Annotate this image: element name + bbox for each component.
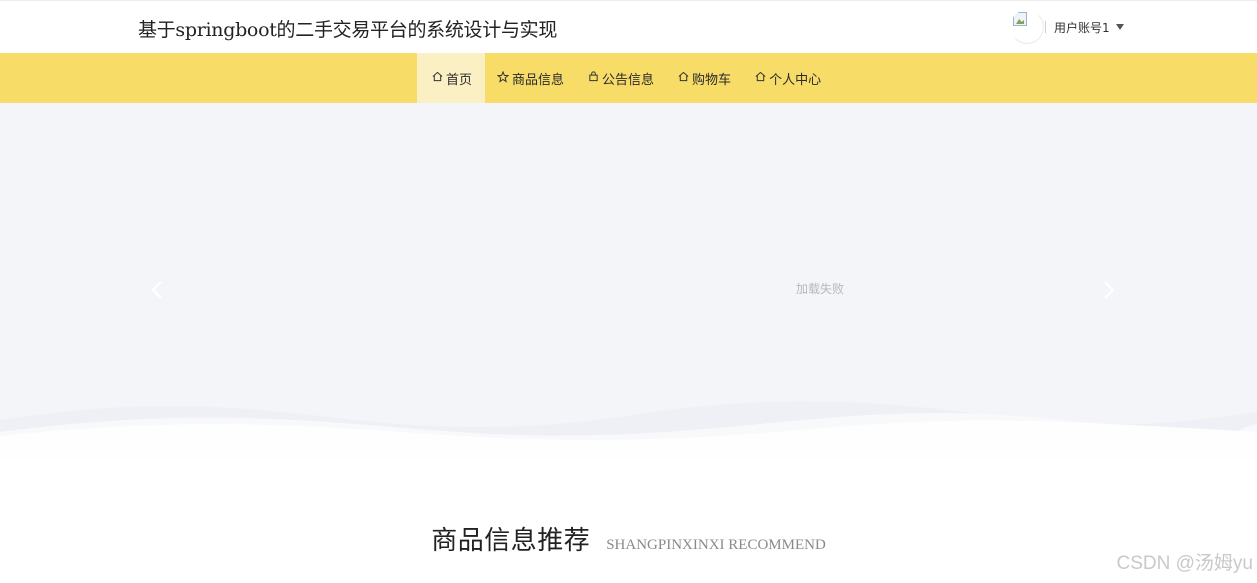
- bag-icon: [588, 71, 599, 85]
- home-icon: [432, 71, 443, 85]
- image-load-failed-text: 加载失败: [796, 282, 845, 296]
- chevron-right-icon: [1104, 281, 1115, 299]
- user-name[interactable]: 用户账号1: [1054, 19, 1110, 36]
- home-icon: [678, 71, 689, 85]
- watermark: CSDN @汤姆yu: [1116, 553, 1253, 574]
- star-icon: [496, 70, 510, 86]
- nav-item-label: 购物车: [692, 72, 732, 88]
- carousel-next-button[interactable]: [1097, 275, 1121, 305]
- divider: [1045, 21, 1046, 33]
- home-icon: [755, 71, 766, 85]
- decorative-wave: [0, 401, 1257, 460]
- section-heading: 商品信息推荐 SHANGPINXINXI RECOMMEND: [0, 520, 1257, 557]
- site-title: 基于springboot的二手交易平台的系统设计与实现: [138, 19, 558, 41]
- nav-item-products[interactable]: 商品信息: [485, 53, 576, 103]
- section-subtitle: SHANGPINXINXI RECOMMEND: [606, 537, 826, 553]
- carousel-prev-button[interactable]: [145, 275, 169, 305]
- top-header: 基于springboot的二手交易平台的系统设计与实现 用户账号1: [0, 0, 1257, 53]
- nav-item-announcements[interactable]: 公告信息: [576, 53, 666, 103]
- banner-carousel: 加载失败: [0, 103, 1257, 460]
- user-menu[interactable]: 用户账号1: [1010, 10, 1124, 44]
- nav-item-label: 公告信息: [602, 72, 655, 88]
- nav-item-label: 个人中心: [769, 72, 822, 88]
- nav-item-label: 首页: [446, 72, 473, 88]
- nav-item-label: 商品信息: [512, 72, 565, 88]
- section-title: 商品信息推荐: [431, 526, 591, 556]
- nav-item-home[interactable]: 首页: [417, 53, 486, 103]
- chevron-left-icon: [151, 281, 162, 299]
- nav-item-cart[interactable]: 购物车: [666, 53, 743, 103]
- main-nav: 首页 商品信息 公告信息 购物车 个人中心: [0, 53, 1257, 103]
- avatar[interactable]: [1010, 10, 1044, 44]
- caret-down-icon[interactable]: [1115, 24, 1124, 30]
- nav-item-profile[interactable]: 个人中心: [743, 53, 833, 103]
